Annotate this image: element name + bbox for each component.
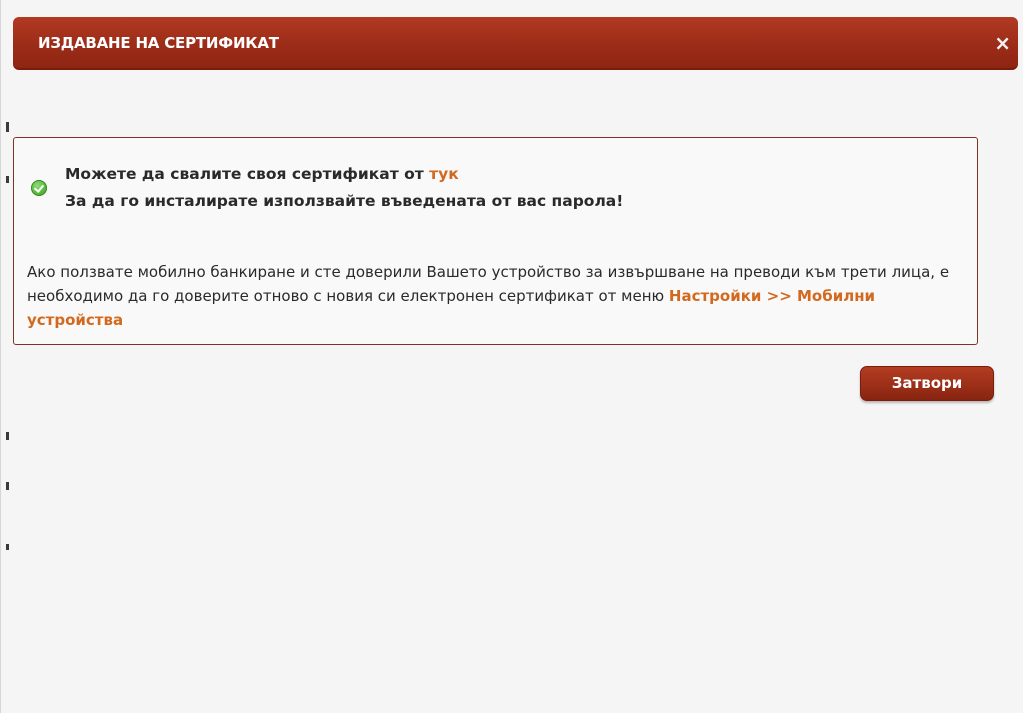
edge-marker bbox=[6, 544, 9, 550]
dialog-title: ИЗДАВАНЕ НА СЕРТИФИКАТ bbox=[38, 34, 279, 52]
download-message: Можете да свалите своя сертификат от тук bbox=[65, 165, 459, 183]
edge-marker bbox=[6, 432, 9, 440]
certificate-dialog: ИЗДАВАНЕ НА СЕРТИФИКАТ × Можете да свали… bbox=[0, 0, 1023, 713]
check-circle-icon bbox=[31, 180, 47, 196]
edge-marker bbox=[6, 122, 9, 132]
download-message-text: Можете да свалите своя сертификат от bbox=[65, 165, 430, 183]
close-icon[interactable]: × bbox=[994, 33, 1011, 53]
message-box: Можете да свалите своя сертификат от тук… bbox=[13, 137, 978, 345]
edge-marker bbox=[6, 482, 9, 490]
download-link[interactable]: тук bbox=[429, 165, 459, 183]
install-message: За да го инсталирате използвайте въведен… bbox=[65, 192, 624, 210]
mobile-banking-info: Ако ползвате мобилно банкиране и сте дов… bbox=[27, 260, 972, 332]
edge-marker bbox=[6, 176, 9, 183]
dialog-titlebar: ИЗДАВАНЕ НА СЕРТИФИКАТ × bbox=[13, 17, 1018, 70]
close-button[interactable]: Затвори bbox=[860, 366, 994, 401]
